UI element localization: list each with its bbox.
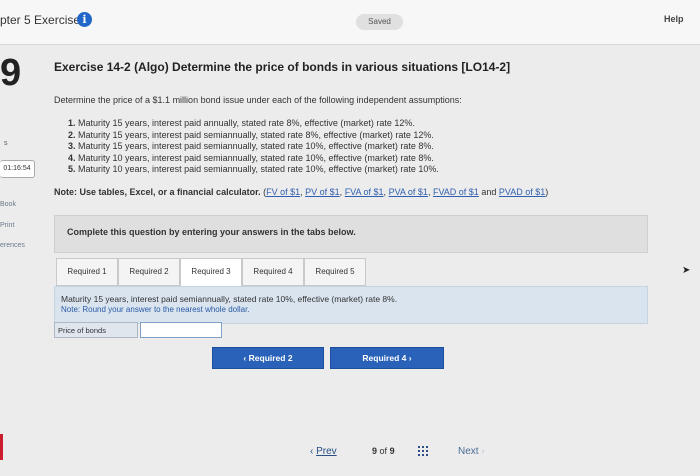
list-item: 2. Maturity 15 years, interest paid semi… bbox=[68, 129, 434, 140]
rounding-note: Note: Round your answer to the nearest w… bbox=[61, 305, 250, 314]
assumptions-list: 1. Maturity 15 years, interest paid annu… bbox=[68, 118, 439, 176]
next-required-button[interactable]: Required 4 › bbox=[330, 347, 444, 369]
saved-status-badge: Saved bbox=[356, 14, 403, 30]
page-indicator: 9 of 9 bbox=[372, 446, 395, 456]
next-question-button[interactable]: Next › bbox=[458, 446, 485, 457]
chevron-left-icon: ‹ bbox=[310, 446, 314, 457]
fv-table-link[interactable]: FV of $1 bbox=[266, 187, 300, 197]
note-label: Note: Use tables, Excel, or a financial … bbox=[54, 187, 261, 197]
chevron-right-icon: › bbox=[408, 353, 412, 363]
price-of-bonds-input[interactable] bbox=[140, 322, 222, 338]
requirement-text: Maturity 15 years, interest paid semiann… bbox=[61, 294, 398, 304]
prev-question-button[interactable]: ‹ Prev bbox=[310, 446, 337, 457]
price-of-bonds-label: Price of bonds bbox=[54, 322, 138, 338]
tab-required-5[interactable]: Required 5 bbox=[304, 258, 366, 286]
ebook-link[interactable]: Book bbox=[0, 201, 16, 208]
fva-table-link[interactable]: FVA of $1 bbox=[345, 187, 384, 197]
note: Note: Use tables, Excel, or a financial … bbox=[54, 187, 549, 197]
tab-required-3[interactable]: Required 3 bbox=[180, 258, 242, 287]
timer: 01:16:54 bbox=[0, 160, 35, 178]
references-link[interactable]: erences bbox=[0, 242, 25, 249]
tab-required-4[interactable]: Required 4 bbox=[242, 258, 304, 286]
exercise-title: Exercise 14-2 (Algo) Determine the price… bbox=[54, 60, 511, 74]
mouse-cursor-icon: ➤ bbox=[682, 265, 691, 276]
instructions-box: Complete this question by entering your … bbox=[54, 215, 648, 253]
question-number: 9 bbox=[0, 52, 22, 94]
prev-required-button[interactable]: ‹ Required 2 bbox=[212, 347, 324, 369]
chevron-left-icon: ‹ bbox=[243, 353, 247, 363]
grid-icon[interactable] bbox=[418, 446, 430, 458]
chevron-right-icon: › bbox=[481, 446, 485, 457]
top-bar: pter 5 Exercises i Saved Help bbox=[0, 0, 700, 45]
requirement-panel: Maturity 15 years, interest paid semiann… bbox=[54, 286, 648, 324]
list-item: 5. Maturity 10 years, interest paid semi… bbox=[68, 164, 439, 174]
print-link[interactable]: Print bbox=[0, 222, 14, 229]
pva-table-link[interactable]: PVA of $1 bbox=[389, 187, 428, 197]
alert-bar bbox=[0, 434, 3, 460]
pv-table-link[interactable]: PV of $1 bbox=[305, 187, 340, 197]
instructions-text: Complete this question by entering your … bbox=[67, 227, 356, 237]
help-link[interactable]: Help bbox=[664, 14, 684, 24]
list-item: 1. Maturity 15 years, interest paid annu… bbox=[68, 118, 415, 128]
tab-required-1[interactable]: Required 1 bbox=[56, 258, 118, 286]
tab-required-2[interactable]: Required 2 bbox=[118, 258, 180, 286]
exercise-intro: Determine the price of a $1.1 million bo… bbox=[54, 95, 462, 105]
pvad-table-link[interactable]: PVAD of $1 bbox=[499, 187, 545, 197]
chapter-title: pter 5 Exercises bbox=[0, 13, 87, 27]
fvad-table-link[interactable]: FVAD of $1 bbox=[433, 187, 479, 197]
list-item: 4. Maturity 10 years, interest paid semi… bbox=[68, 152, 434, 163]
list-item: 3. Maturity 15 years, interest paid semi… bbox=[68, 141, 434, 151]
points-mark: s bbox=[4, 140, 8, 147]
info-icon[interactable]: i bbox=[77, 12, 92, 27]
